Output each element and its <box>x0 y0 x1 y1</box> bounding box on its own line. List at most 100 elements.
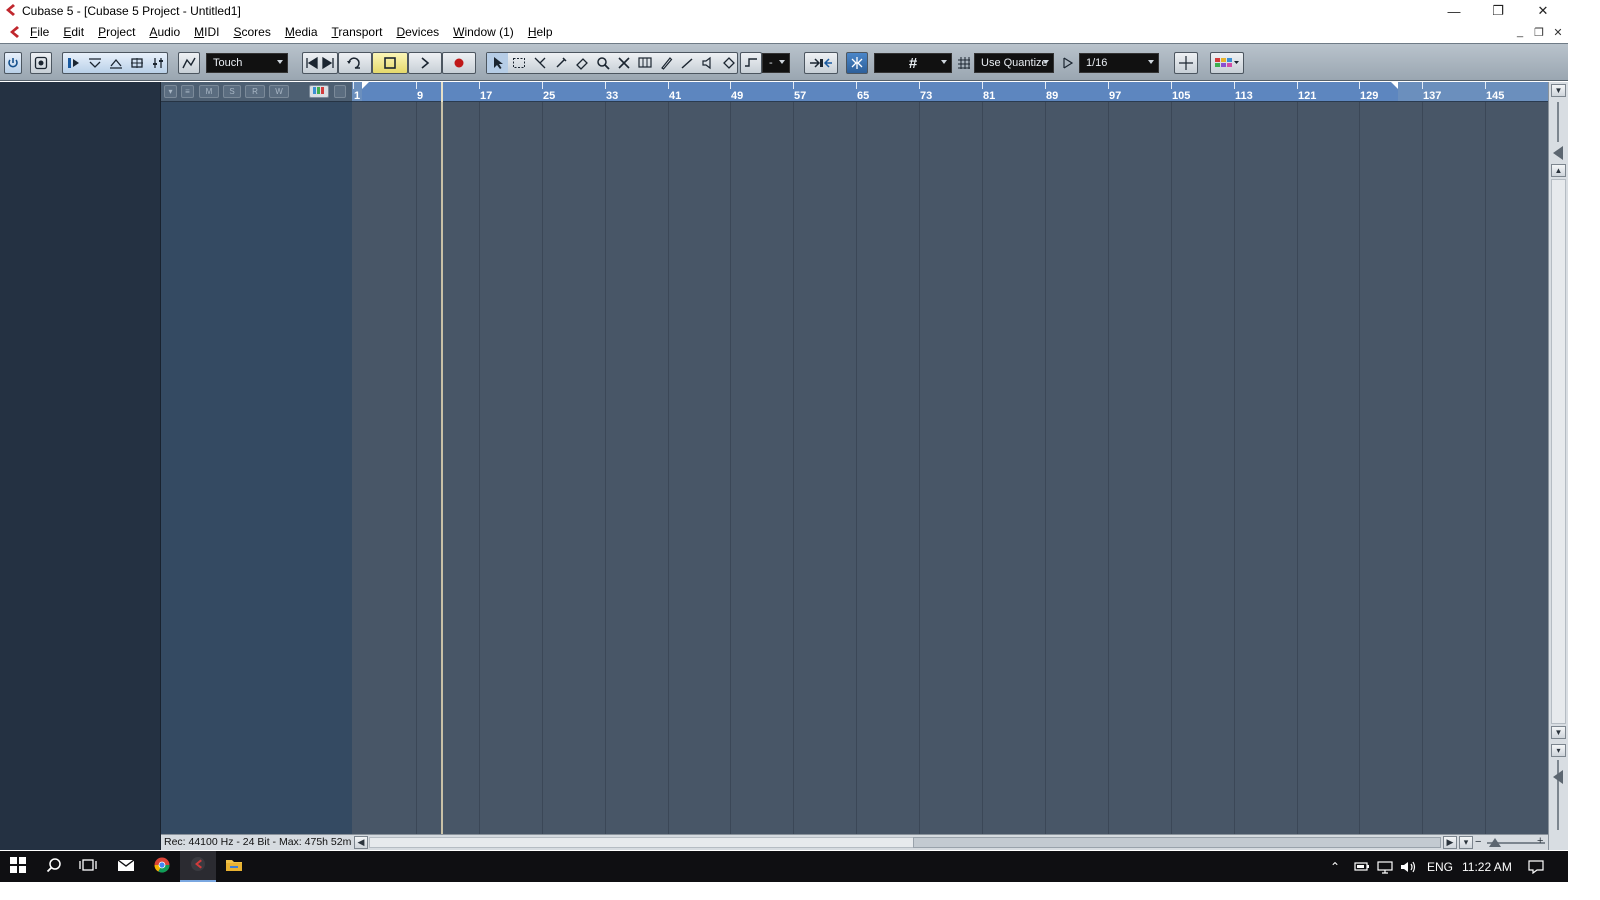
track-height-zoom-thumb[interactable] <box>1553 146 1563 160</box>
write-all-button[interactable]: W <box>269 85 289 98</box>
draw-tool[interactable] <box>655 53 676 73</box>
track-color-button[interactable] <box>309 85 329 98</box>
scroll-left-button[interactable]: ◀ <box>354 836 368 849</box>
line-tool[interactable] <box>676 53 697 73</box>
range-selection-tool[interactable] <box>508 53 529 73</box>
input-language[interactable]: ENG <box>1427 860 1453 874</box>
snap-type-dropdown[interactable]: # <box>874 53 952 73</box>
mail-app-button[interactable] <box>108 851 144 882</box>
vertical-zoom-thumb[interactable] <box>1553 770 1563 784</box>
quantize-mode-dropdown[interactable]: Use Quantize <box>974 53 1054 73</box>
right-locator-marker[interactable] <box>1391 82 1398 89</box>
zoom-out-icon[interactable]: − <box>1475 836 1481 848</box>
cycle-button[interactable] <box>338 52 372 74</box>
cubase-app-button[interactable] <box>180 851 216 882</box>
read-all-button[interactable]: R <box>245 85 265 98</box>
vertical-scrollbar-track[interactable] <box>1551 179 1566 724</box>
vertical-zoom-menu-button[interactable]: ▾ <box>1551 744 1566 757</box>
clock-time[interactable]: 11:22 AM <box>1462 860 1512 874</box>
cubase-menu-icon[interactable] <box>6 24 22 40</box>
glue-tool[interactable] <box>550 53 571 73</box>
scroll-right-button[interactable]: ▶ <box>1443 836 1457 849</box>
project-cursor[interactable] <box>441 102 443 834</box>
constrain-delay-compensation-button[interactable] <box>30 52 52 74</box>
menu-project[interactable]: Project <box>98 25 135 39</box>
menu-help[interactable]: Help <box>528 25 553 39</box>
start-button[interactable] <box>0 851 36 882</box>
battery-icon[interactable] <box>1354 860 1370 875</box>
menu-edit[interactable]: Edit <box>63 25 84 39</box>
menu-audio[interactable]: Audio <box>149 25 180 39</box>
volume-icon[interactable] <box>1400 860 1418 877</box>
track-list[interactable]: ▾ ≡ M S R W <box>161 82 352 834</box>
auto-scroll-button[interactable] <box>740 52 762 74</box>
menu-window[interactable]: Window (1) <box>453 25 514 39</box>
automation-mode-button[interactable] <box>178 52 200 74</box>
snap-on-off-button[interactable] <box>846 52 868 74</box>
quantize-value-dropdown[interactable]: 1/16 <box>1079 53 1159 73</box>
ruler-bar-label: 129 <box>1360 90 1379 102</box>
snap-mode-button[interactable] <box>804 52 838 74</box>
erase-tool[interactable] <box>571 53 592 73</box>
automation-mode-dropdown[interactable]: Touch <box>206 53 288 73</box>
solo-all-button[interactable]: S <box>223 85 241 98</box>
record-button[interactable] <box>442 52 476 74</box>
menu-file[interactable]: File <box>30 25 49 39</box>
track-height-zoom-track[interactable] <box>1557 102 1559 142</box>
color-menu-button[interactable] <box>1210 52 1244 74</box>
mute-all-button[interactable]: M <box>199 85 219 98</box>
show-hidden-icons-button[interactable]: ⌃ <box>1330 860 1340 874</box>
track-list-divider-handle[interactable] <box>334 85 346 98</box>
inspector-toggle-button[interactable] <box>63 53 84 73</box>
menu-midi[interactable]: MIDI <box>194 25 219 39</box>
activate-project-button[interactable] <box>4 52 22 74</box>
search-button[interactable] <box>36 851 72 882</box>
horizontal-scrollbar-thumb[interactable] <box>913 837 1441 848</box>
infoline-toggle-button[interactable] <box>84 53 105 73</box>
chrome-app-button[interactable] <box>144 851 180 882</box>
add-track-menu-button[interactable]: ▾ <box>164 85 177 98</box>
time-warp-tool[interactable] <box>634 53 655 73</box>
scroll-track-up-button[interactable]: ▲ <box>1551 164 1566 177</box>
file-explorer-app-button[interactable] <box>216 851 252 882</box>
horizontal-zoom-thumb[interactable] <box>1489 838 1501 847</box>
scroll-track-down-button[interactable]: ▼ <box>1551 726 1566 739</box>
project-cursor-handle[interactable] <box>441 82 443 102</box>
line-icon <box>680 56 694 70</box>
object-selection-tool[interactable] <box>487 53 508 73</box>
mdi-minimize-button[interactable]: _ <box>1512 25 1528 39</box>
restore-button[interactable]: ❐ <box>1476 0 1520 22</box>
action-center-button[interactable] <box>1528 860 1544 877</box>
nudge-dropdown[interactable]: - <box>762 53 790 73</box>
zoom-in-icon[interactable]: + <box>1537 835 1543 847</box>
minimize-button[interactable]: — <box>1432 0 1476 22</box>
menu-devices[interactable]: Devices <box>396 25 439 39</box>
left-locator-marker[interactable] <box>362 82 369 89</box>
goto-previous-next-button[interactable] <box>302 52 338 74</box>
play-tool[interactable] <box>697 53 718 73</box>
zoom-tool[interactable] <box>592 53 613 73</box>
crosshair-cursor-button[interactable] <box>1174 52 1198 74</box>
play-button[interactable] <box>408 52 442 74</box>
horizontal-zoom-menu-button[interactable]: ▾ <box>1459 836 1473 849</box>
color-tool[interactable] <box>718 53 739 73</box>
menu-transport[interactable]: Transport <box>332 25 383 39</box>
mixer-toggle-button[interactable] <box>147 53 168 73</box>
pool-toggle-button[interactable] <box>126 53 147 73</box>
track-controls-button[interactable]: ≡ <box>181 85 194 98</box>
mdi-close-button[interactable]: ✕ <box>1550 25 1566 39</box>
task-view-button[interactable] <box>70 851 106 882</box>
split-tool[interactable] <box>529 53 550 73</box>
mute-tool[interactable] <box>613 53 634 73</box>
network-icon[interactable] <box>1377 860 1393 877</box>
scroll-up-button[interactable]: ▼ <box>1551 84 1566 97</box>
overview-toggle-button[interactable] <box>105 53 126 73</box>
timeline-ruler[interactable]: 1 9 17 25 33 41 49 57 65 73 81 89 97 105 113 121 129 137 1… <box>352 82 1548 102</box>
menu-media[interactable]: Media <box>285 25 318 39</box>
speaker-icon <box>701 56 715 70</box>
close-button[interactable]: ✕ <box>1521 0 1565 22</box>
mdi-restore-button[interactable]: ❐ <box>1531 25 1547 39</box>
stop-button[interactable] <box>372 52 408 74</box>
menu-scores[interactable]: Scores <box>233 25 270 39</box>
event-display[interactable] <box>352 102 1548 834</box>
